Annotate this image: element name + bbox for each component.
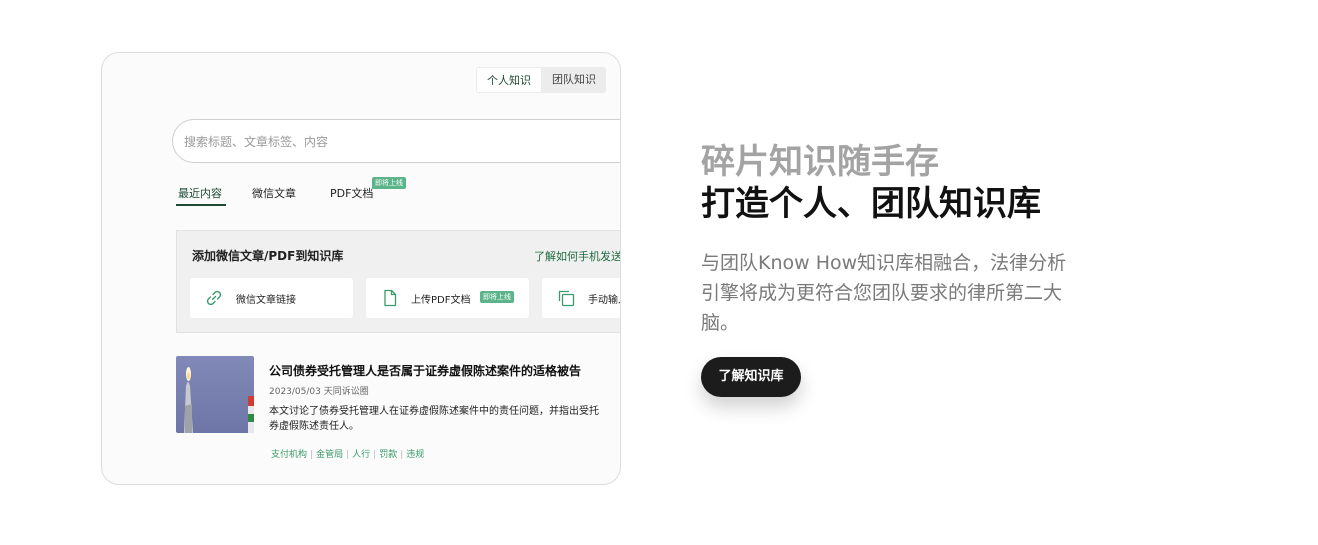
knowledge-base-preview-card: 个人知识 团队知识 搜索标题、文章标签、内容 最近内容 微信文章 PDF文档 即…: [101, 52, 621, 485]
tab-recent[interactable]: 最近内容: [176, 185, 226, 206]
article-thumbnail: [176, 356, 254, 433]
team-knowledge-tab[interactable]: 团队知识: [542, 67, 606, 93]
search-input[interactable]: 搜索标题、文章标签、内容: [172, 119, 620, 163]
add-content-panel: 添加微信文章/PDF到知识库 了解如何手机发送微 微信文章链接 上传PDF文档 …: [176, 230, 620, 333]
article-list-item[interactable]: 公司债券受托管理人是否属于证券虚假陈述案件的适格被告 2023/05/03 天同…: [176, 356, 620, 466]
article-tags: 支付机构 | 金管局 | 人行 | 罚款 | 违规: [271, 447, 424, 460]
tab-recent-label: 最近内容: [178, 187, 222, 200]
tag-separator: |: [373, 450, 377, 460]
tag[interactable]: 支付机构: [271, 450, 307, 460]
tab-wechat-label: 微信文章: [252, 187, 296, 200]
headline-line-2: 打造个人、团队知识库: [701, 184, 1041, 224]
manual-input-label: 手动输入: [588, 295, 620, 306]
headline-line-1: 碎片知识随手存: [701, 142, 939, 182]
phone-send-help-link[interactable]: 了解如何手机发送微: [534, 248, 620, 264]
tab-pdf-label: PDF文档: [330, 187, 374, 200]
tag[interactable]: 违规: [406, 450, 424, 460]
tag-separator: |: [400, 450, 404, 460]
tag-separator: |: [310, 450, 314, 460]
hero-description: 与团队Know How知识库相融合，法律分析引擎将成为更符合您团队要求的律所第二…: [701, 252, 1067, 334]
upload-pdf-button[interactable]: 上传PDF文档 即将上线: [366, 278, 529, 318]
article-summary-line: 本文讨论了债券受托管理人在证券虚假陈述案件中的责任问题，并指出受托: [269, 406, 599, 417]
add-wechat-link-button[interactable]: 微信文章链接: [190, 278, 353, 318]
upload-pdf-label: 上传PDF文档: [411, 295, 471, 306]
knowledge-scope-toggle[interactable]: 个人知识 团队知识: [476, 67, 606, 93]
tag[interactable]: 人行: [352, 450, 370, 460]
tag-separator: |: [346, 450, 350, 460]
article-meta: 2023/05/03 天同诉讼圈: [269, 387, 369, 397]
copy-icon: [558, 290, 575, 307]
active-tab-underline: [176, 204, 226, 206]
coming-soon-badge: 即将上线: [480, 291, 514, 303]
article-summary-line: 券虚假陈述责任人。: [269, 421, 359, 432]
tag[interactable]: 罚款: [379, 450, 397, 460]
document-icon: [384, 289, 397, 307]
tab-pdf-documents[interactable]: PDF文档 即将上线: [330, 177, 406, 201]
manual-input-button[interactable]: 手动输入: [542, 278, 620, 318]
add-wechat-link-label: 微信文章链接: [236, 295, 296, 306]
link-icon: [206, 290, 222, 306]
tag[interactable]: 金管局: [316, 450, 343, 460]
article-title[interactable]: 公司债券受托管理人是否属于证券虚假陈述案件的适格被告: [269, 362, 581, 379]
article-summary: 本文讨论了债券受托管理人在证券虚假陈述案件中的责任问题，并指出受托 券虚假陈述责…: [269, 404, 620, 434]
search-placeholder: 搜索标题、文章标签、内容: [184, 135, 329, 149]
learn-knowledge-base-button[interactable]: 了解知识库: [701, 357, 801, 397]
tab-wechat-articles[interactable]: 微信文章: [252, 185, 296, 201]
hero-copy: 碎片知识随手存 打造个人、团队知识库 与团队Know How知识库相融合，法律分…: [701, 140, 1101, 338]
coming-soon-badge: 即将上线: [372, 177, 406, 189]
personal-knowledge-tab[interactable]: 个人知识: [476, 67, 542, 93]
add-panel-title: 添加微信文章/PDF到知识库: [192, 249, 344, 263]
